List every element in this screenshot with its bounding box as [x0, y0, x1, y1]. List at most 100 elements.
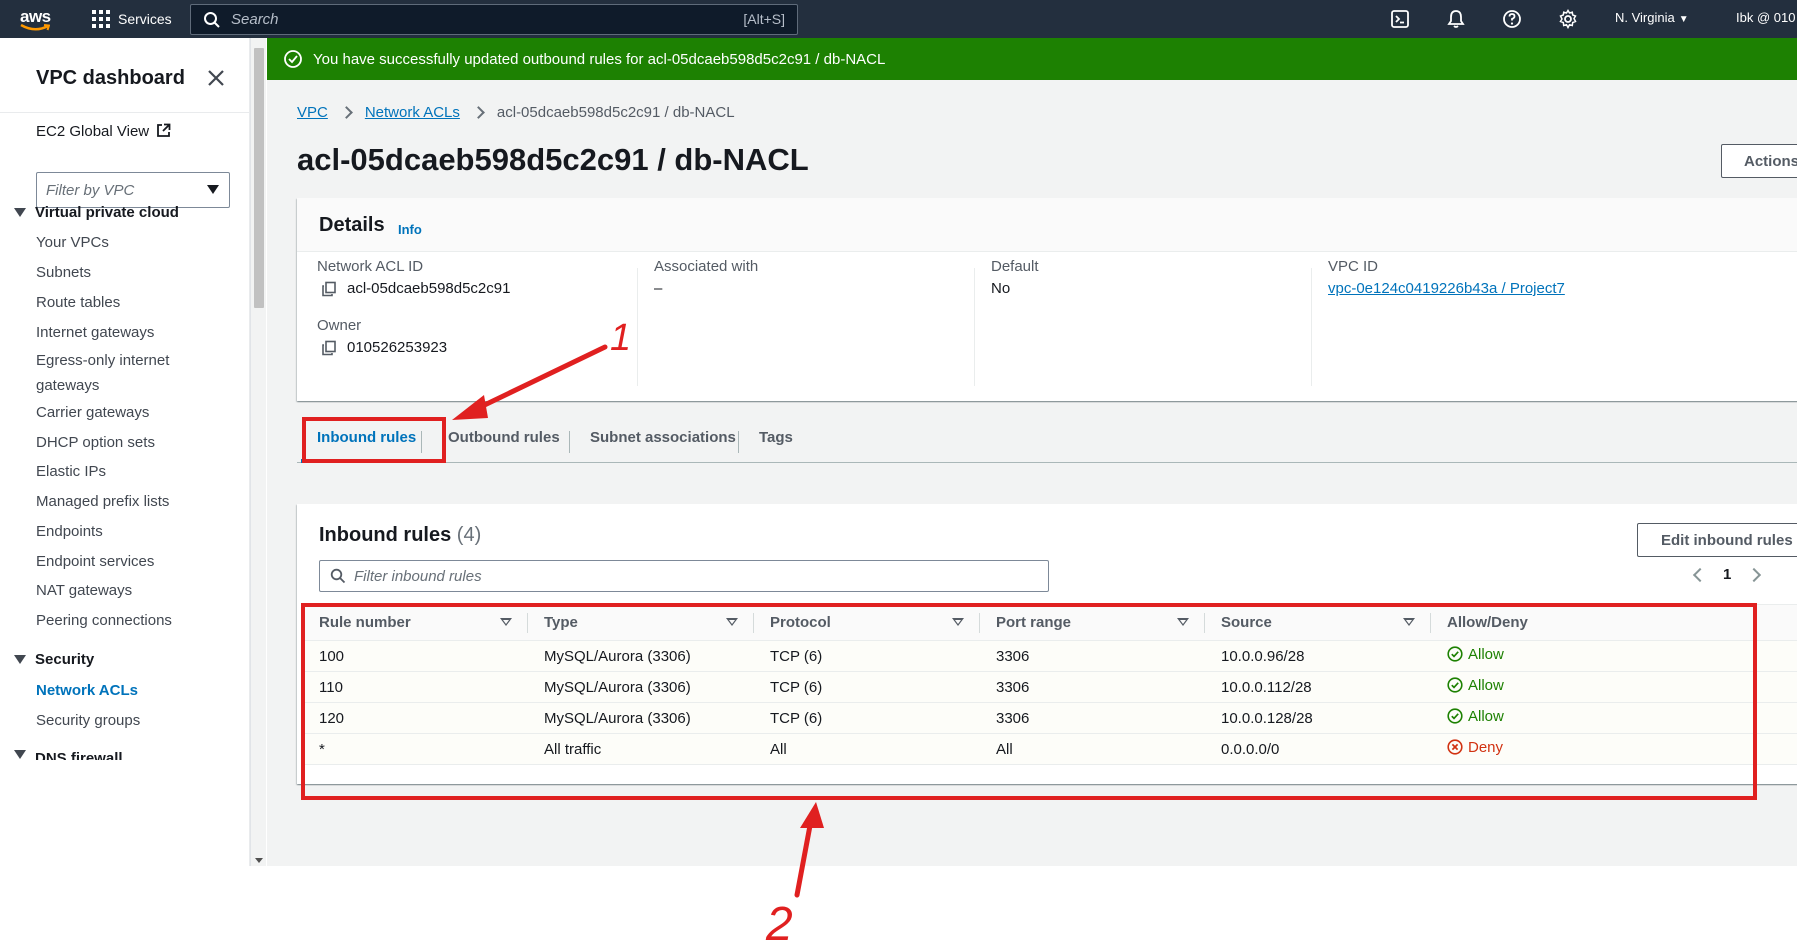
details-column-default: Default No [974, 258, 1311, 386]
close-icon[interactable] [204, 66, 228, 90]
region-label: N. Virginia [1615, 10, 1675, 25]
tab-bar: Inbound rules Outbound rules Subnet asso… [297, 413, 1797, 463]
side-navigation: VPC dashboard EC2 Global View Filter by … [0, 38, 250, 866]
flash-message: You have successfully updated outbound r… [313, 50, 886, 68]
annotation-box-inbound-tab [302, 417, 446, 463]
section-label: Security [35, 651, 95, 668]
tab-tags[interactable]: Tags [759, 429, 793, 446]
sidebar-item-managed-prefix-lists[interactable]: Managed prefix lists [36, 489, 216, 514]
sidebar-item-dhcp-option-sets[interactable]: DHCP option sets [36, 430, 216, 455]
default-label: Default [991, 258, 1039, 275]
owner-label: Owner [317, 317, 362, 334]
caret-down-icon [14, 655, 26, 664]
section-virtual-private-cloud[interactable]: Virtual private cloud [14, 204, 179, 221]
sidebar-item-your-vpcs[interactable]: Your VPCs [36, 230, 216, 255]
search-icon [330, 568, 346, 584]
tab-divider [738, 431, 739, 453]
bell-icon[interactable] [1446, 9, 1466, 29]
tab-divider [569, 431, 570, 453]
inbound-rules-filter-input[interactable] [354, 567, 1034, 585]
page-number[interactable]: 1 [1723, 566, 1731, 583]
details-title: Details [319, 214, 385, 236]
network-acl-id-value: acl-05dcaeb598d5c2c91 [321, 280, 510, 297]
pagination: 1 [1692, 566, 1762, 583]
sidebar-header: VPC dashboard [0, 38, 249, 113]
sidebar-title[interactable]: VPC dashboard [36, 67, 185, 90]
details-panel: Details Info Network ACL ID acl-05dcaeb5… [297, 198, 1797, 401]
aws-smile-icon [20, 24, 50, 31]
sidebar-item-peering-connections[interactable]: Peering connections [36, 608, 216, 633]
default-value: No [991, 280, 1011, 297]
sidebar-item-nat-gateways[interactable]: NAT gateways [36, 578, 216, 603]
annotation-box-rules-table [301, 603, 1757, 800]
services-label: Services [118, 11, 172, 27]
breadcrumb: VPC Network ACLs acl-05dcaeb598d5c2c91 /… [297, 104, 735, 121]
tab-outbound-rules[interactable]: Outbound rules [448, 429, 560, 446]
actions-button[interactable]: Actions [1721, 144, 1797, 178]
copy-icon[interactable] [321, 340, 337, 356]
account-menu[interactable]: Ibk @ 010 [1736, 10, 1795, 25]
vpc-filter-select[interactable]: Filter by VPC [36, 172, 230, 208]
caret-down-icon [14, 208, 26, 217]
network-acl-id-label: Network ACL ID [317, 258, 424, 275]
tab-subnet-associations[interactable]: Subnet associations [590, 429, 736, 446]
vpc-id-label: VPC ID [1328, 258, 1379, 275]
section-label: DNS firewall [35, 750, 123, 760]
help-icon[interactable] [1502, 9, 1522, 29]
gear-icon[interactable] [1558, 9, 1578, 29]
info-link[interactable]: Info [398, 222, 422, 237]
ec2-global-view-link[interactable]: EC2 Global View [36, 123, 171, 140]
edit-inbound-rules-button[interactable]: Edit inbound rules [1637, 523, 1797, 557]
sidebar-item-internet-gateways[interactable]: Internet gateways [36, 320, 216, 345]
associated-with-label: Associated with [654, 258, 759, 275]
sidebar-item-carrier-gateways[interactable]: Carrier gateways [36, 400, 216, 425]
page-title: acl-05dcaeb598d5c2c91 / db-NACL [297, 142, 809, 177]
copy-icon[interactable] [321, 281, 337, 297]
sidebar-item-elastic-ips[interactable]: Elastic IPs [36, 459, 216, 484]
caret-down-icon [207, 185, 219, 194]
inbound-rules-count: (4) [456, 524, 482, 546]
scroll-down-arrow-icon[interactable] [255, 858, 263, 863]
success-flashbar: You have successfully updated outbound r… [267, 38, 1797, 80]
network-acl-id-text: acl-05dcaeb598d5c2c91 [347, 280, 511, 297]
sidebar-scrollbar[interactable] [250, 38, 266, 866]
section-dns-firewall[interactable]: DNS firewall [14, 750, 123, 760]
page-bottom-area [0, 866, 1797, 943]
sidebar-item-egress-only-internet-gateways[interactable]: Egress-only internet gateways [36, 348, 186, 398]
global-search-input[interactable] [231, 11, 691, 28]
sidebar-item-network-acls[interactable]: Network ACLs [36, 678, 216, 703]
cloudshell-icon[interactable] [1390, 9, 1410, 29]
breadcrumb-network-acls[interactable]: Network ACLs [365, 104, 460, 121]
details-column-vpc: VPC ID vpc-0e124c0419226b43a / Project7 [1311, 258, 1611, 386]
sidebar-item-endpoints[interactable]: Endpoints [36, 519, 216, 544]
vpc-id-link[interactable]: vpc-0e124c0419226b43a / Project7 [1328, 280, 1565, 297]
chevron-left-icon[interactable] [1692, 567, 1708, 582]
section-security[interactable]: Security [14, 651, 94, 668]
inbound-rules-filter[interactable] [319, 560, 1049, 592]
sidebar-item-subnets[interactable]: Subnets [36, 260, 216, 285]
chevron-right-icon[interactable] [1747, 567, 1762, 582]
chevron-right-icon [339, 106, 353, 119]
chevron-down-icon: ▼ [1678, 14, 1689, 25]
inbound-rules-heading: Inbound rules (4) [319, 524, 481, 547]
details-header: Details Info [297, 198, 1797, 252]
search-shortcut-hint: [Alt+S] [743, 11, 785, 27]
section-label: Virtual private cloud [35, 204, 179, 221]
associated-with-value: – [654, 280, 663, 297]
global-search-box[interactable]: [Alt+S] [190, 4, 798, 35]
details-column-id: Network ACL ID acl-05dcaeb598d5c2c91 Own… [297, 258, 637, 386]
breadcrumb-vpc[interactable]: VPC [297, 104, 328, 121]
chevron-right-icon [472, 106, 485, 119]
region-selector[interactable]: N. Virginia ▼ [1615, 10, 1689, 25]
details-column-associated: Associated with – [637, 258, 974, 386]
sidebar-item-route-tables[interactable]: Route tables [36, 290, 216, 315]
caret-down-icon [14, 750, 26, 759]
search-icon [204, 11, 220, 28]
sidebar-item-endpoint-services[interactable]: Endpoint services [36, 549, 216, 574]
sidebar-item-security-groups[interactable]: Security groups [36, 708, 216, 733]
scrollbar-thumb[interactable] [254, 48, 264, 308]
services-menu-button[interactable]: Services [92, 9, 172, 29]
success-check-icon [284, 50, 302, 68]
breadcrumb-current: acl-05dcaeb598d5c2c91 / db-NACL [496, 104, 735, 121]
aws-logo[interactable]: aws [18, 5, 62, 33]
